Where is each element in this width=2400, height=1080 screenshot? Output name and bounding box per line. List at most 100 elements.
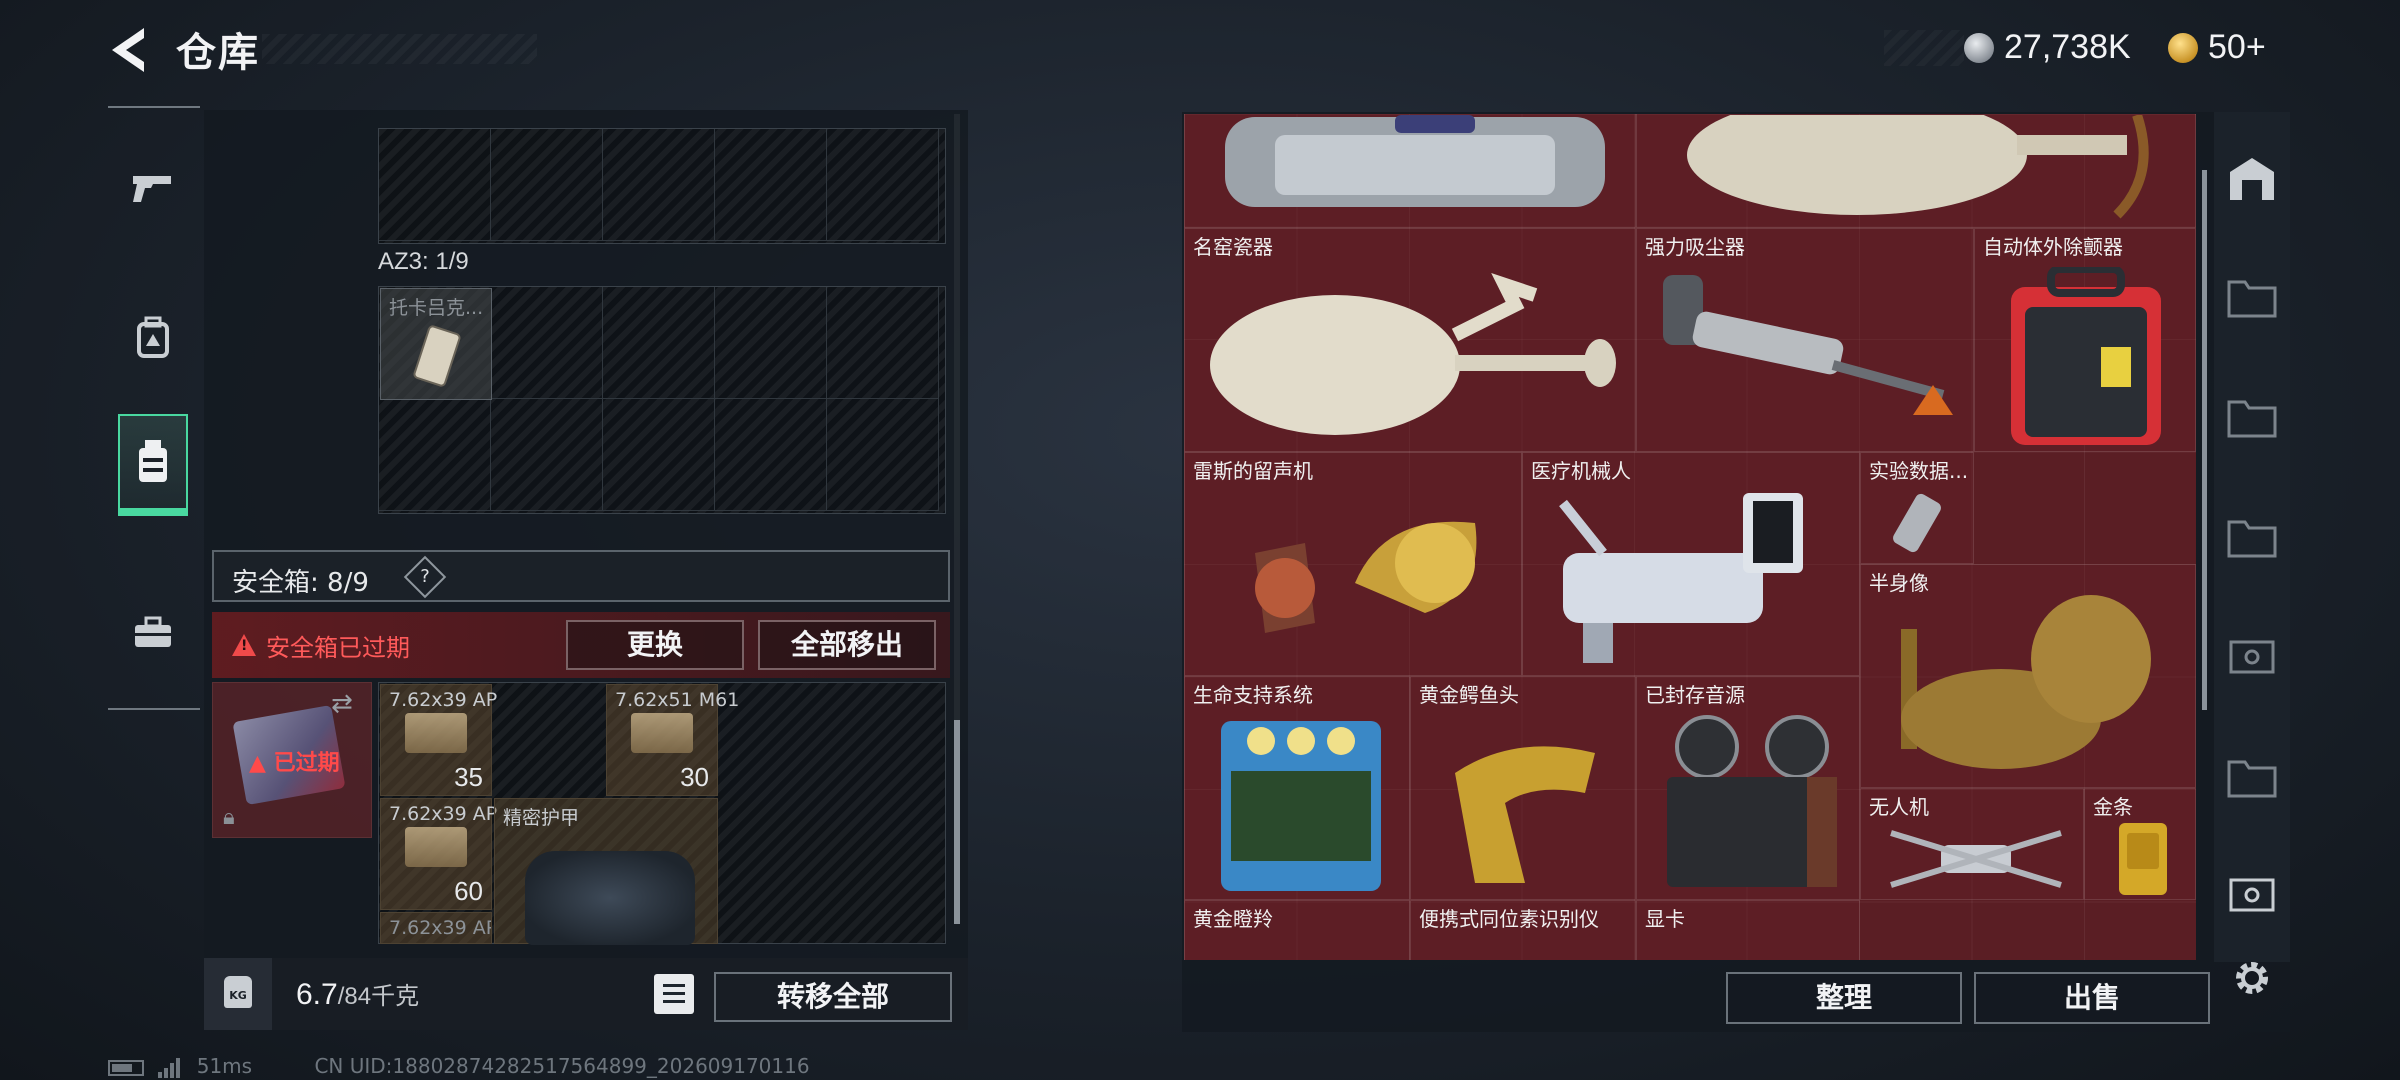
stash-item[interactable]: 半身像 [1860, 564, 2196, 788]
ammo-item[interactable]: 7.62x39 AP 35 [380, 684, 497, 796]
lock-icon: 🔒︎ [223, 805, 235, 830]
tab-equipment[interactable] [118, 290, 188, 386]
data-drive-icon [1893, 493, 1941, 553]
backpack-icon [137, 316, 169, 358]
safebox-label: 安全箱: 8/9 [232, 568, 369, 598]
container-grid[interactable] [378, 128, 946, 244]
ammo-item[interactable]: 7.62x51 M61 30 [606, 684, 739, 796]
stash-item[interactable]: 已封存音源 [1636, 676, 1860, 900]
stash-page-button[interactable] [2222, 386, 2282, 446]
swap-icon[interactable]: ⇄ [331, 689, 353, 719]
item-count: 60 [454, 876, 483, 906]
item-name: 医疗机械人 [1531, 459, 1631, 483]
expired-notice: 安全箱已过期 [266, 634, 410, 662]
signal-icon [158, 1057, 181, 1078]
item-name: 生命支持系统 [1193, 683, 1313, 707]
armor-item[interactable]: 精密护甲 [494, 798, 718, 945]
battery-icon [108, 1059, 144, 1076]
pistol-icon [133, 176, 171, 202]
stash-item[interactable]: 自动体外除颤器 [1974, 228, 2196, 452]
scrollbar-thumb[interactable] [954, 720, 960, 924]
stash-item[interactable]: 实验数据... [1860, 452, 1974, 564]
item-name: 显卡 [1645, 907, 1685, 931]
stash-item[interactable] [1636, 114, 2196, 228]
back-arrow-icon [112, 28, 144, 72]
stash-page-button[interactable] [2222, 864, 2282, 924]
stash-page-rail [2214, 112, 2290, 962]
ammo-box-icon [405, 713, 467, 753]
armor-bag-icon [525, 851, 695, 945]
medical-robot-icon [1559, 493, 1803, 663]
stash-page-button[interactable] [2222, 746, 2282, 806]
uid-text: CN UID:18802874282517564899_202609170116 [314, 1054, 810, 1078]
stash-page-button[interactable] [2222, 266, 2282, 326]
folder-icon [2227, 400, 2277, 438]
bust-icon [1901, 595, 2151, 769]
stash-item[interactable]: 医疗机械人 [1522, 452, 1860, 676]
silver-coin-icon [1964, 33, 1994, 63]
container-label: AZ3: 1/9 [378, 248, 469, 275]
safebox-bar: 安全箱: 8/9 ? [212, 550, 950, 602]
weight-icon: KG [224, 976, 252, 1008]
stash-grid[interactable]: 名窑瓷器 强力吸尘器 自动体外除颤器 雷斯的留声机 医疗机械人 实验数据... … [1184, 114, 2196, 960]
scrollbar-thumb[interactable] [2202, 170, 2207, 710]
stash-item[interactable]: 生命支持系统 [1184, 676, 1410, 900]
stash-item[interactable]: 无人机 [1860, 788, 2084, 900]
stash-item[interactable]: 雷斯的留声机 [1184, 452, 1522, 676]
ticket-icon [2229, 640, 2275, 674]
expired-tag: ▲ 已过期 [249, 751, 340, 776]
item-name: 7.62x39 AP [389, 917, 492, 939]
item-name: 名窑瓷器 [1193, 235, 1273, 259]
tab-storage[interactable] [118, 414, 188, 516]
stash-item[interactable]: 强力吸尘器 [1636, 228, 1974, 452]
list-view-button[interactable] [654, 974, 694, 1014]
reel-recorder-icon [1667, 715, 1837, 887]
porcelain-vase-icon [1210, 273, 1616, 435]
stash-page-button[interactable] [2222, 148, 2282, 208]
item-name: 精密护甲 [503, 807, 580, 829]
folder-icon [2227, 520, 2277, 558]
item-name: 7.62x39 AP [389, 803, 498, 825]
toolbox-icon [135, 616, 171, 647]
stash-item[interactable]: 名窑瓷器 [1184, 228, 1636, 452]
ammo-box-icon [405, 827, 467, 867]
ammo-item[interactable]: 7.62x39 AP 60 [380, 798, 497, 910]
folder-icon [2227, 760, 2277, 798]
back-button[interactable] [104, 22, 152, 78]
storage-box-icon [139, 440, 167, 482]
stash-item[interactable]: 便携式同位素识别仪 [1410, 900, 1636, 960]
weight-display: 6.7/84千克 [296, 976, 419, 1012]
stash-page-button[interactable] [2222, 506, 2282, 566]
settings-button[interactable] [2222, 948, 2282, 1008]
sort-button[interactable]: 整理 [1726, 972, 1962, 1024]
gold-coin-icon [2168, 33, 2198, 63]
transfer-all-button[interactable]: 转移全部 [714, 972, 952, 1022]
stash-item[interactable]: 黄金瞪羚 [1184, 900, 1410, 960]
stash-item[interactable]: 金条 [2084, 788, 2196, 900]
stash-item[interactable]: 显卡 [1636, 900, 1860, 960]
ammo-box-icon [631, 713, 693, 753]
stash-item[interactable] [1184, 114, 1636, 228]
item-name: 自动体外除颤器 [1983, 235, 2123, 259]
stash-item[interactable]: 黄金鳄鱼头 [1410, 676, 1636, 900]
defibrillator-icon [2011, 267, 2161, 445]
stash-page-button[interactable] [2222, 626, 2282, 686]
ammo-item[interactable]: 7.62x39 AP [380, 912, 492, 944]
move-all-out-button[interactable]: 全部移出 [758, 620, 936, 670]
gear-icon [2236, 962, 2268, 994]
gold-bar-icon [2119, 823, 2167, 895]
item-name: 无人机 [1869, 795, 1929, 819]
life-support-icon [1221, 721, 1381, 891]
inventory-item[interactable]: 托卡吕克... [380, 288, 492, 400]
tab-weapons[interactable] [118, 140, 188, 236]
item-name: 实验数据... [1869, 459, 1969, 483]
item-name: 强力吸尘器 [1645, 235, 1745, 259]
safebox-slot[interactable]: ▲ 已过期 ⇄ 🔒︎ [212, 682, 372, 838]
help-button[interactable]: ? [403, 555, 447, 599]
sell-button[interactable]: 出售 [1974, 972, 2210, 1024]
replace-button[interactable]: 更换 [566, 620, 744, 670]
item-count: 35 [454, 762, 483, 792]
tab-items[interactable] [118, 584, 188, 680]
vacuum-icon [1663, 275, 1953, 415]
drone-icon [1890, 830, 2062, 888]
